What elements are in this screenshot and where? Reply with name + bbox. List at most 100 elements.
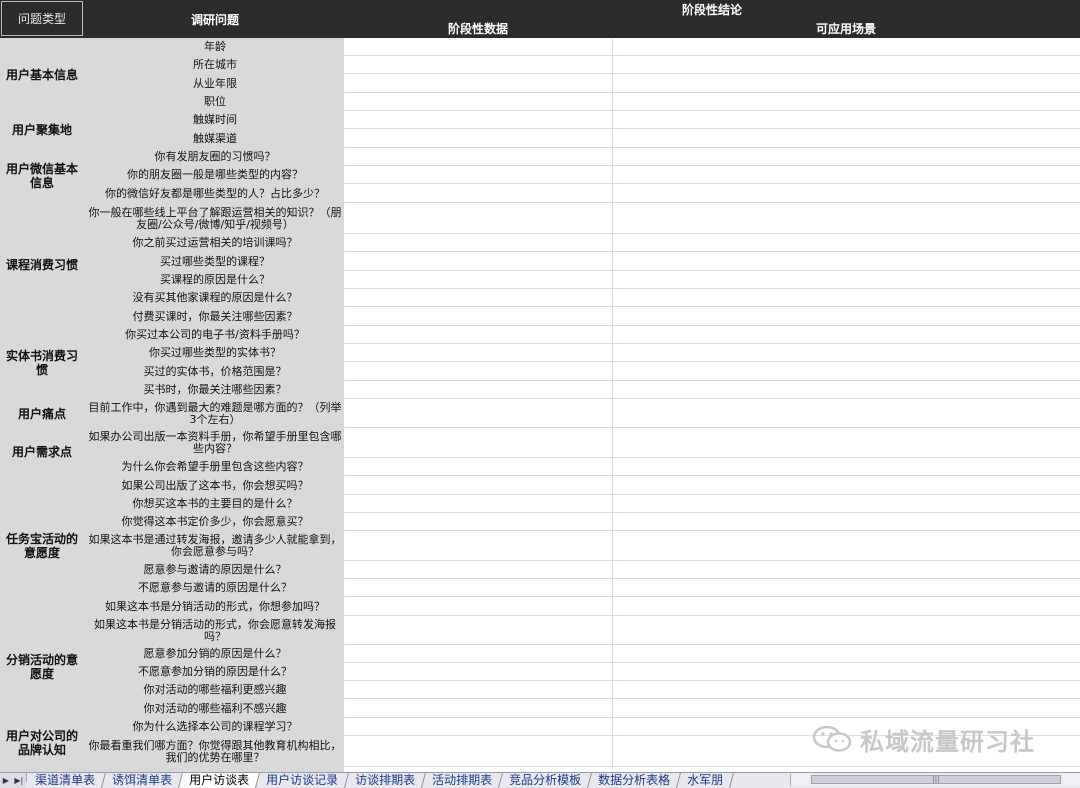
scenario-cell[interactable] [613, 597, 1080, 616]
question-cell[interactable]: 目前工作中，你遇到最大的难题是哪方面的？（列举3个左右） [86, 399, 344, 428]
horizontal-scrollbar[interactable]: ||| [790, 774, 1080, 786]
stage-data-cell[interactable] [344, 399, 613, 428]
question-cell[interactable]: 年龄 [86, 38, 344, 56]
scenario-cell[interactable] [613, 561, 1080, 579]
question-cell[interactable]: 职位 [86, 93, 344, 111]
scenario-cell[interactable] [613, 495, 1080, 513]
scenario-cell[interactable] [613, 93, 1080, 111]
sheet-nav-buttons[interactable]: ▶ ▶| [0, 773, 27, 788]
question-cell[interactable]: 如果办公司出版一本资料手册，你希望手册里包含哪些内容？ [86, 428, 344, 458]
scenario-cell[interactable] [613, 399, 1080, 428]
question-cell[interactable]: 你有发朋友圈的习惯吗？ [86, 148, 344, 166]
question-cell[interactable]: 买过的实体书，价格范围是？ [86, 362, 344, 381]
scenario-cell[interactable] [613, 252, 1080, 271]
scenario-cell[interactable] [613, 531, 1080, 561]
stage-data-cell[interactable] [344, 289, 613, 307]
question-cell[interactable]: 你最看重我们哪方面？你觉得跟其他教育机构相比，我们的优势在哪里？ [86, 736, 344, 767]
question-type-cell[interactable]: 实体书消费习惯 [0, 326, 84, 399]
stage-data-cell[interactable] [344, 56, 613, 74]
scenario-cell[interactable] [613, 56, 1080, 74]
stage-data-cell[interactable] [344, 111, 613, 129]
scenario-cell[interactable] [613, 476, 1080, 495]
stage-data-cell[interactable] [344, 381, 613, 399]
scenario-cell[interactable] [613, 645, 1080, 663]
question-cell[interactable]: 所在城市 [86, 56, 344, 74]
header-stage-conclusion[interactable]: 阶段性结论 [344, 0, 1080, 19]
question-cell[interactable]: 如果这本书是分销活动的形式，你想参加吗？ [86, 597, 344, 616]
stage-data-cell[interactable] [344, 681, 613, 699]
sheet-tab[interactable]: 水军朋 [677, 773, 735, 788]
stage-data-cell[interactable] [344, 736, 613, 767]
question-cell[interactable]: 没有买其他家课程的原因是什么？ [86, 289, 344, 307]
stage-data-cell[interactable] [344, 344, 613, 362]
scenario-cell[interactable] [613, 289, 1080, 307]
sheet-tab[interactable]: 数据分析表格 [588, 773, 682, 788]
scenario-cell[interactable] [613, 579, 1080, 597]
scrollbar-thumb[interactable]: ||| [811, 775, 1061, 784]
sheet-tab[interactable]: 活动排期表 [422, 773, 504, 788]
question-cell[interactable]: 你想买这本书的主要目的是什么？ [86, 495, 344, 513]
scenario-cell[interactable] [613, 458, 1080, 476]
question-cell[interactable]: 触媒时间 [86, 111, 344, 129]
scenario-cell[interactable] [613, 74, 1080, 93]
scenario-cell[interactable] [613, 362, 1080, 381]
question-cell[interactable]: 你之前买过运营相关的培训课吗？ [86, 234, 344, 252]
sheet-tab-active[interactable]: 用户访谈表 [179, 773, 261, 788]
scenario-cell[interactable] [613, 184, 1080, 203]
stage-data-cell[interactable] [344, 476, 613, 495]
question-cell[interactable]: 如果这本书是通过转发海报，邀请多少人就能拿到，你会愿意参与吗？ [86, 531, 344, 561]
stage-data-cell[interactable] [344, 307, 613, 326]
scenario-cell[interactable] [613, 271, 1080, 289]
question-cell[interactable]: 你买过哪些类型的实体书？ [86, 344, 344, 362]
question-cell[interactable]: 触媒渠道 [86, 129, 344, 148]
stage-data-cell[interactable] [344, 93, 613, 111]
stage-data-cell[interactable] [344, 148, 613, 166]
stage-data-cell[interactable] [344, 597, 613, 616]
question-cell[interactable]: 你对活动的哪些福利不感兴趣 [86, 699, 344, 718]
sheet-tab[interactable]: 访谈排期表 [345, 773, 427, 788]
question-type-cell[interactable]: 课程消费习惯 [0, 203, 84, 326]
stage-data-cell[interactable] [344, 718, 613, 736]
stage-data-cell[interactable] [344, 362, 613, 381]
header-question-type[interactable]: 问题类型 [1, 1, 83, 36]
stage-data-cell[interactable] [344, 234, 613, 252]
question-cell[interactable]: 愿意参加分销的原因是什么？ [86, 645, 344, 663]
question-cell[interactable]: 你的微信好友都是哪些类型的人？占比多少？ [86, 184, 344, 203]
sheet-tab[interactable]: 竞品分析模板 [499, 773, 593, 788]
scenario-cell[interactable] [613, 148, 1080, 166]
question-cell[interactable]: 你觉得这本书定价多少，你会愿意买？ [86, 513, 344, 531]
stage-data-cell[interactable] [344, 252, 613, 271]
stage-data-cell[interactable] [344, 645, 613, 663]
scenario-cell[interactable] [613, 513, 1080, 531]
question-cell[interactable]: 你的朋友圈一般是哪些类型的内容？ [86, 166, 344, 184]
stage-data-cell[interactable] [344, 663, 613, 681]
sheet-tab[interactable]: 渠道清单表 [24, 773, 107, 788]
sheet-tab[interactable]: 诱饵清单表 [102, 773, 184, 788]
stage-data-cell[interactable] [344, 458, 613, 476]
stage-data-cell[interactable] [344, 699, 613, 718]
stage-data-cell[interactable] [344, 166, 613, 184]
scenario-cell[interactable] [613, 166, 1080, 184]
next-sheet-icon[interactable]: ▶ [3, 776, 9, 785]
question-cell[interactable]: 买过哪些类型的课程？ [86, 252, 344, 271]
question-type-cell[interactable]: 用户对公司的品牌认知 [0, 718, 84, 767]
question-type-cell[interactable]: 任务宝活动的意愿度 [0, 476, 84, 616]
question-type-cell[interactable]: 用户聚集地 [0, 111, 84, 148]
stage-data-cell[interactable] [344, 129, 613, 148]
question-cell[interactable]: 从业年限 [86, 74, 344, 93]
question-cell[interactable]: 你买过本公司的电子书/资料手册吗？ [86, 326, 344, 344]
question-type-cell[interactable]: 用户微信基本信息 [0, 148, 84, 203]
stage-data-cell[interactable] [344, 513, 613, 531]
stage-data-cell[interactable] [344, 38, 613, 56]
header-research-question[interactable]: 调研问题 [86, 0, 344, 38]
header-stage-data[interactable]: 阶段性数据 [344, 19, 612, 38]
scenario-cell[interactable] [613, 428, 1080, 458]
stage-data-cell[interactable] [344, 326, 613, 344]
stage-data-cell[interactable] [344, 271, 613, 289]
question-type-cell[interactable]: 用户基本信息 [0, 38, 84, 111]
question-cell[interactable]: 为什么你会希望手册里包含这些内容？ [86, 458, 344, 476]
last-sheet-icon[interactable]: ▶| [14, 776, 23, 785]
stage-data-cell[interactable] [344, 561, 613, 579]
scenario-cell[interactable] [613, 381, 1080, 399]
question-type-cell[interactable]: 用户痛点 [0, 399, 84, 428]
